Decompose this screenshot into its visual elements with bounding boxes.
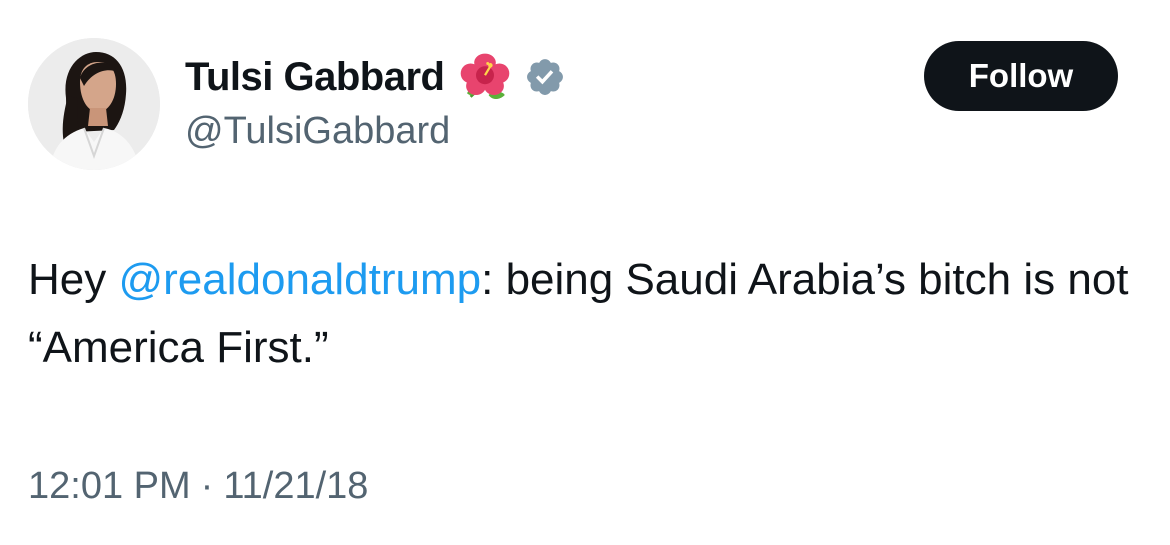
verified-badge-icon[interactable] [524,56,566,98]
tweet-timestamp[interactable]: 12:01 PM · 11/21/18 [28,462,368,510]
tweet-date[interactable]: 11/21/18 [223,465,368,507]
tweet-time[interactable]: 12:01 PM [28,465,191,507]
author-handle[interactable]: @TulsiGabbard [185,108,450,154]
avatar[interactable] [28,38,160,170]
follow-button[interactable]: Follow [924,41,1118,111]
hibiscus-flower-icon [461,53,510,100]
mention-link[interactable]: @realdonaldtrump [118,255,481,304]
author-name-row: Tulsi Gabbard [185,50,566,104]
tweet-text-before: Hey [28,255,119,304]
tweet-text: Hey @realdonaldtrump: being Saudi Arabia… [28,246,1138,382]
display-name[interactable]: Tulsi Gabbard [185,50,445,104]
profile-photo-avatar [28,38,160,170]
meta-separator: · [200,465,214,507]
